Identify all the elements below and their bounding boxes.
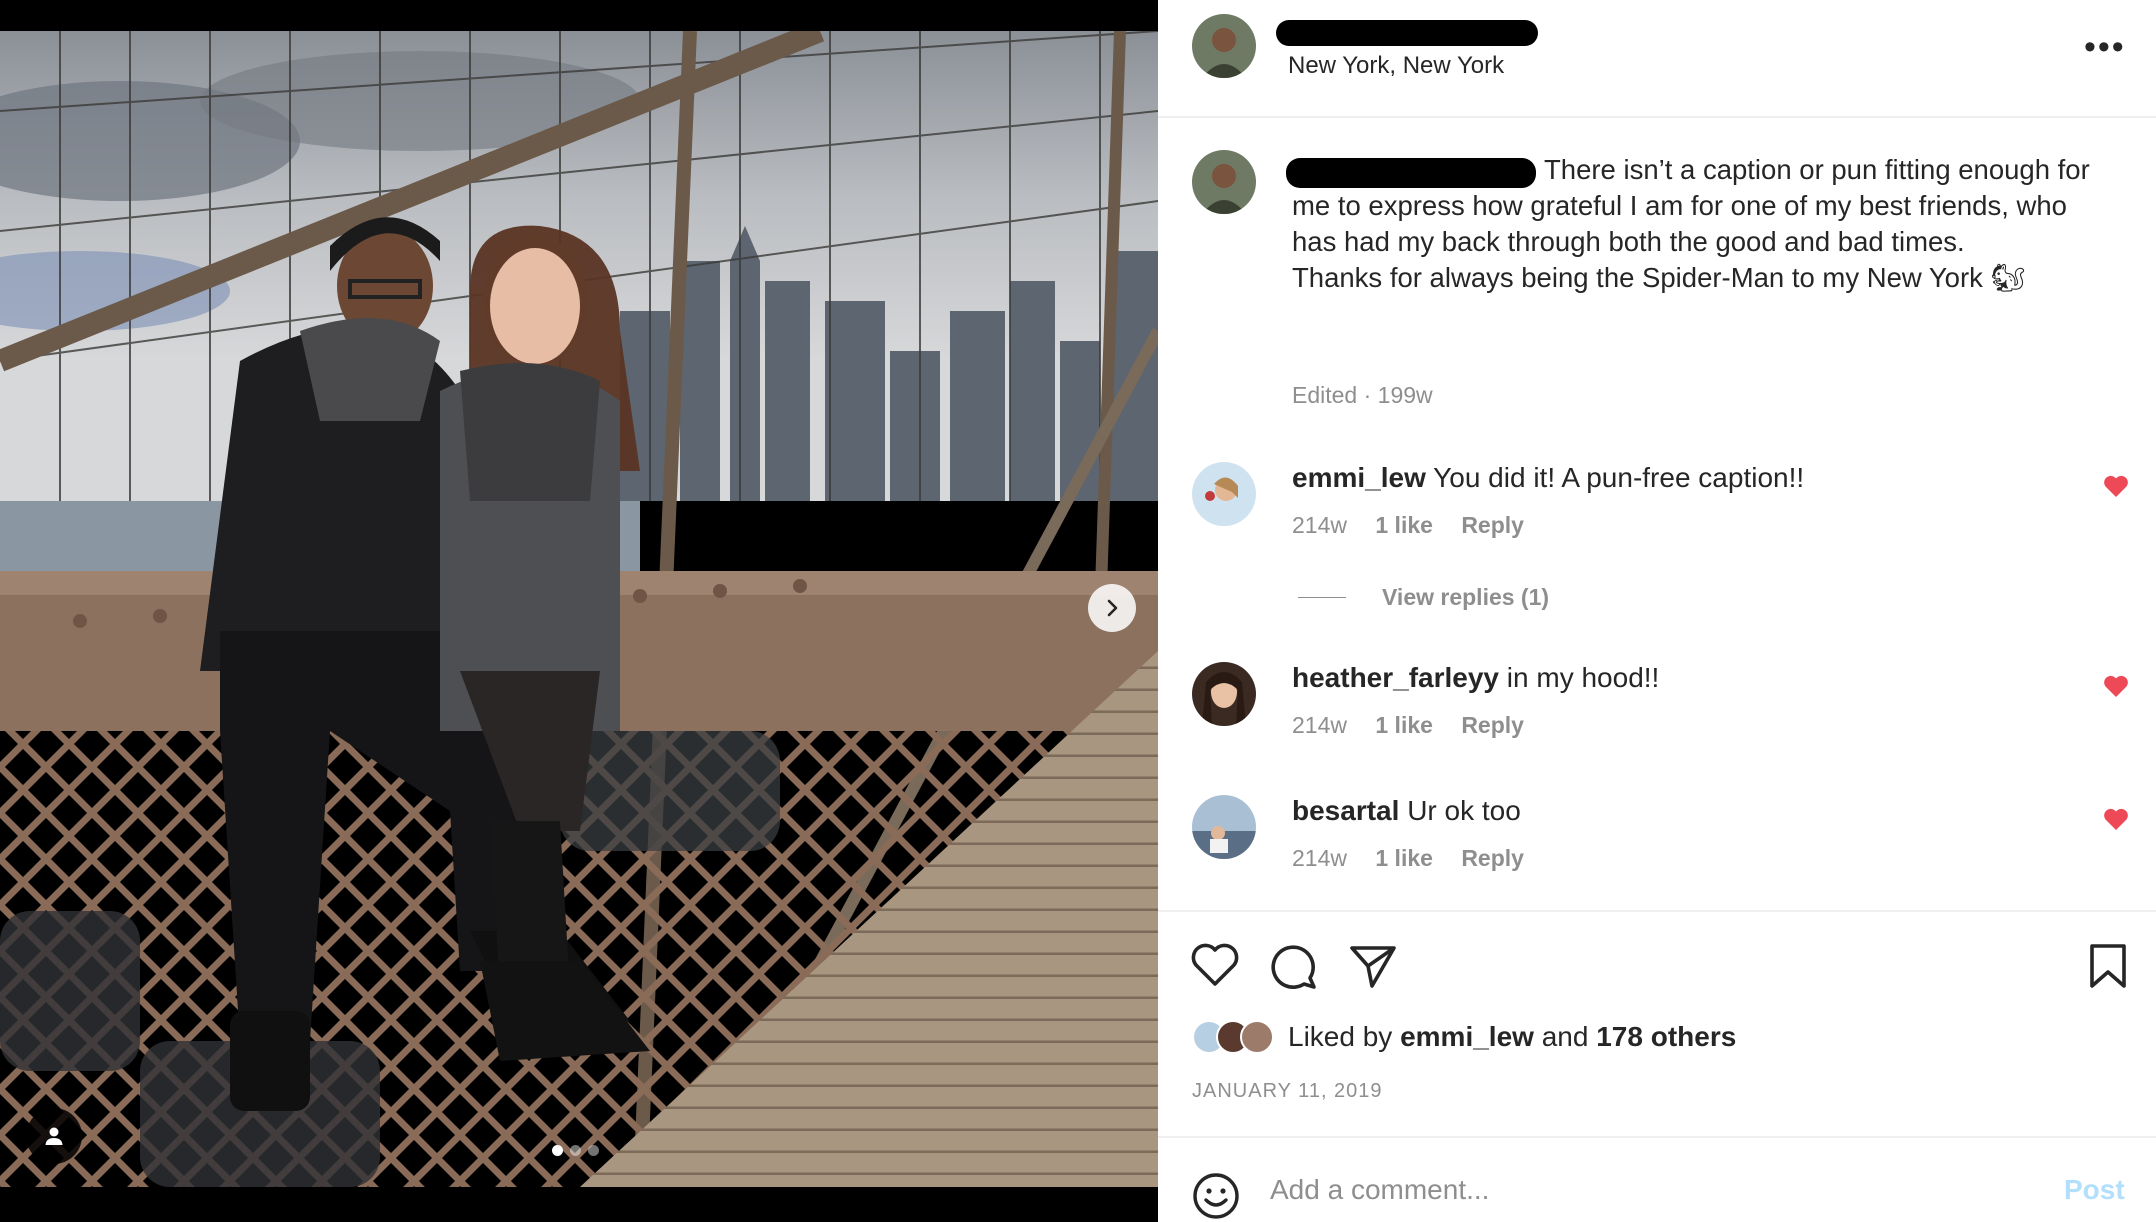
post-date[interactable]: JANUARY 11, 2019: [1192, 1080, 1383, 1103]
view-replies-button[interactable]: View replies (1): [1298, 584, 1549, 611]
comment-icon[interactable]: [1268, 942, 1318, 990]
comment-text: heather_farleyy in my hood!!: [1292, 662, 1659, 694]
comment-input[interactable]: [1270, 1168, 1970, 1212]
chevron-right-icon: [1107, 599, 1118, 617]
bookmark-icon[interactable]: [2086, 942, 2130, 990]
reply-button[interactable]: Reply: [1461, 712, 1524, 738]
add-comment-bar: Post: [1158, 1136, 2156, 1222]
liked-by-user[interactable]: emmi_lew: [1400, 1021, 1534, 1053]
comment-age[interactable]: 214w: [1292, 712, 1347, 738]
view-replies-label: View replies (1): [1382, 584, 1550, 610]
comment-likes[interactable]: 1 like: [1375, 845, 1433, 871]
next-image-button[interactable]: [1088, 584, 1136, 632]
comment-meta: 214w 1 like Reply: [1292, 712, 1546, 739]
caption-meta: Edited · 199w: [1292, 382, 1433, 409]
heart-icon[interactable]: [2103, 674, 2129, 698]
comment-body: Ur ok too: [1407, 795, 1521, 826]
carousel-dot: [570, 1145, 581, 1156]
carousel-indicator: [552, 1145, 599, 1156]
post-photo: [0, 31, 1158, 1187]
post-actions: Liked by emmi_lew and 178 others JANUARY…: [1158, 910, 2156, 1170]
post-header: New York, New York •••: [1158, 0, 2156, 118]
reply-button[interactable]: Reply: [1461, 512, 1524, 538]
emoji-icon[interactable]: [1192, 1172, 1240, 1220]
user-tag-icon: [45, 1127, 63, 1145]
liker-avatars: [1192, 1020, 1274, 1054]
reply-button[interactable]: Reply: [1461, 845, 1524, 871]
heart-icon[interactable]: [2103, 474, 2129, 498]
comment-likes[interactable]: 1 like: [1375, 712, 1433, 738]
post-location[interactable]: New York, New York: [1288, 52, 1504, 80]
liker-avatar: [1240, 1020, 1274, 1054]
comment-body: You did it! A pun-free caption!!: [1433, 462, 1805, 493]
comment-text: besartal Ur ok too: [1292, 795, 1521, 827]
tagged-users-button[interactable]: [26, 1108, 82, 1164]
carousel-dot: [552, 1145, 563, 1156]
comment-text: emmi_lew You did it! A pun-free caption!…: [1292, 462, 1804, 494]
author-avatar[interactable]: [1192, 150, 1256, 214]
commenter-avatar[interactable]: [1192, 662, 1256, 726]
heart-icon[interactable]: [1190, 942, 1240, 988]
post-media[interactable]: [0, 0, 1158, 1222]
edited-label: Edited: [1292, 382, 1358, 408]
commenter-avatar[interactable]: [1192, 462, 1256, 526]
caption-text: There isn’t a caption or pun fitting eno…: [1292, 152, 2112, 296]
replies-divider: [1298, 596, 1346, 599]
more-options-button[interactable]: •••: [2084, 28, 2126, 67]
carousel-dot: [588, 1145, 599, 1156]
comment-username[interactable]: heather_farleyy: [1292, 662, 1499, 693]
author-avatar[interactable]: [1192, 14, 1256, 78]
liked-by-and: and: [1541, 1021, 1589, 1052]
comment-username[interactable]: besartal: [1292, 795, 1399, 826]
comment-body: in my hood!!: [1506, 662, 1660, 693]
post-sidebar: New York, New York ••• There isn’t a cap…: [1158, 0, 2156, 1222]
comment-age[interactable]: 214w: [1292, 512, 1347, 538]
heart-icon[interactable]: [2103, 807, 2129, 831]
comment-meta: 214w 1 like Reply: [1292, 512, 1546, 539]
post-comment-button[interactable]: Post: [2064, 1174, 2125, 1206]
comment-likes[interactable]: 1 like: [1375, 512, 1433, 538]
commenter-avatar[interactable]: [1192, 795, 1256, 859]
liked-by-prefix: Liked by: [1288, 1021, 1393, 1052]
share-icon[interactable]: [1348, 942, 1398, 990]
comment-age[interactable]: 214w: [1292, 845, 1347, 871]
author-username-redacted[interactable]: [1276, 20, 1538, 46]
comment-meta: 214w 1 like Reply: [1292, 845, 1546, 872]
comment-username[interactable]: emmi_lew: [1292, 462, 1426, 493]
likes-summary: Liked by emmi_lew and 178 others: [1192, 1020, 1736, 1054]
caption-body: There isn’t a caption or pun fitting eno…: [1292, 154, 2090, 257]
meta-separator: ·: [1363, 382, 1372, 408]
liked-by-others[interactable]: 178 others: [1596, 1021, 1736, 1053]
caption-body-2: Thanks for always being the Spider-Man t…: [1292, 262, 2026, 293]
caption-age[interactable]: 199w: [1378, 382, 1433, 408]
